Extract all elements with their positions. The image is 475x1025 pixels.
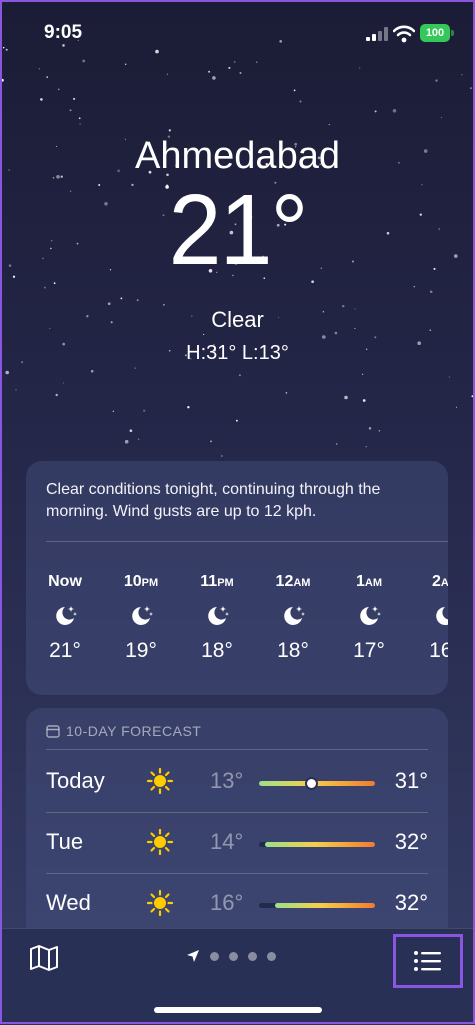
hour-label: Now	[35, 573, 95, 595]
page-dot[interactable]	[267, 951, 276, 961]
hour-time: 12	[275, 573, 294, 590]
current-temperature-value: 21°	[168, 174, 309, 286]
hourly-item: 10PM 19°	[111, 573, 171, 663]
ten-day-forecast-card[interactable]: 10-DAY FORECAST Today 13° 31° Tue 14° 32°…	[26, 708, 448, 948]
low-temperature: 16°	[210, 890, 244, 915]
cellular-signal-icon	[366, 27, 388, 41]
moon-stars-icon	[415, 597, 448, 635]
temperature-range-fill	[275, 903, 375, 908]
hour-temperature: 16°	[429, 639, 448, 662]
low-temperature: 14°	[210, 829, 244, 854]
current-temp-marker	[306, 779, 316, 788]
hourly-item: 2AM 16°	[415, 573, 448, 663]
map-icon[interactable]	[28, 943, 60, 973]
hour-temperature: 18°	[277, 639, 309, 662]
hourly-item: 1AM 17°	[339, 573, 399, 663]
battery-tip	[451, 30, 454, 36]
hour-label: 11PM	[187, 573, 247, 595]
bottom-toolbar	[0, 928, 475, 1025]
hour-time: 11	[200, 573, 218, 590]
hour-suffix: AM	[440, 577, 448, 589]
forecast-header-label: 10-DAY FORECAST	[66, 723, 202, 739]
hour-label: 2AM	[415, 573, 448, 595]
hour-suffix: AM	[293, 577, 311, 589]
moon-stars-icon	[111, 597, 171, 635]
moon-stars-icon	[35, 597, 95, 635]
list-icon	[414, 951, 441, 971]
forecast-row[interactable]: Tue 14° 32°	[26, 813, 448, 874]
current-temperature: 21°	[0, 178, 475, 283]
sun-icon	[146, 889, 174, 921]
high-low-temperature: H:31° L:13°	[186, 342, 289, 364]
hour-time: 10	[123, 573, 142, 590]
moon-stars-icon	[187, 597, 247, 635]
hourly-forecast-card[interactable]: Clear conditions tonight, continuing thr…	[26, 461, 448, 695]
page-dot[interactable]	[210, 951, 219, 961]
forecast-row[interactable]: Wed 16° 32°	[26, 874, 448, 934]
divider	[46, 541, 448, 542]
temperature-range-fill	[264, 842, 375, 847]
battery-icon: 100	[420, 24, 450, 42]
forecast-summary: Clear conditions tonight, continuing thr…	[46, 481, 381, 520]
hour-label: 1AM	[339, 573, 399, 595]
wifi-icon	[393, 25, 415, 43]
page-dot[interactable]	[248, 951, 257, 961]
temperature-range-fill	[259, 781, 375, 786]
hourly-item: Now 21°	[35, 573, 95, 663]
moon-stars-icon	[339, 597, 399, 635]
home-indicator[interactable]	[154, 1007, 322, 1013]
hour-label: 10PM	[111, 573, 171, 595]
divider	[46, 749, 428, 750]
hour-temperature: 19°	[125, 639, 157, 662]
page-indicator[interactable]	[186, 949, 276, 963]
hour-suffix: PM	[217, 577, 234, 589]
status-bar: 9:05 100	[0, 18, 475, 48]
forecast-row[interactable]: Today 13° 31°	[26, 752, 448, 813]
hour-time: 1	[355, 573, 365, 590]
forecast-day: Today	[46, 768, 105, 793]
city-name: Ahmedabad	[135, 135, 340, 177]
hour-time: Now	[48, 573, 82, 590]
calendar-icon	[46, 725, 60, 738]
hour-suffix: AM	[364, 577, 382, 589]
forecast-day: Tue	[46, 829, 84, 854]
current-condition: Clear	[211, 307, 264, 332]
temperature-range-bar	[259, 779, 375, 788]
hourly-item: 12AM 18°	[263, 573, 323, 663]
status-time: 9:05	[44, 22, 83, 43]
city-list-button[interactable]	[393, 934, 463, 988]
high-temperature: 32°	[394, 890, 428, 915]
temperature-range-bar	[259, 903, 375, 908]
hour-temperature: 17°	[353, 639, 385, 662]
sun-icon	[146, 767, 174, 799]
hour-temperature: 18°	[201, 639, 233, 662]
hour-suffix: PM	[141, 577, 159, 589]
high-temperature: 31°	[394, 768, 428, 793]
forecast-day: Wed	[46, 890, 91, 915]
moon-stars-icon	[263, 597, 323, 635]
location-arrow-icon	[187, 950, 199, 962]
hourly-item: 11PM 18°	[187, 573, 247, 663]
forecast-header: 10-DAY FORECAST	[46, 723, 201, 739]
hour-label: 12AM	[263, 573, 323, 595]
temperature-range-bar	[259, 842, 375, 847]
sun-icon	[146, 828, 174, 860]
page-dot[interactable]	[229, 951, 238, 961]
hour-time: 2	[431, 573, 441, 590]
low-temperature: 13°	[210, 768, 244, 793]
hour-temperature: 21°	[49, 639, 81, 662]
high-temperature: 32°	[394, 829, 428, 854]
